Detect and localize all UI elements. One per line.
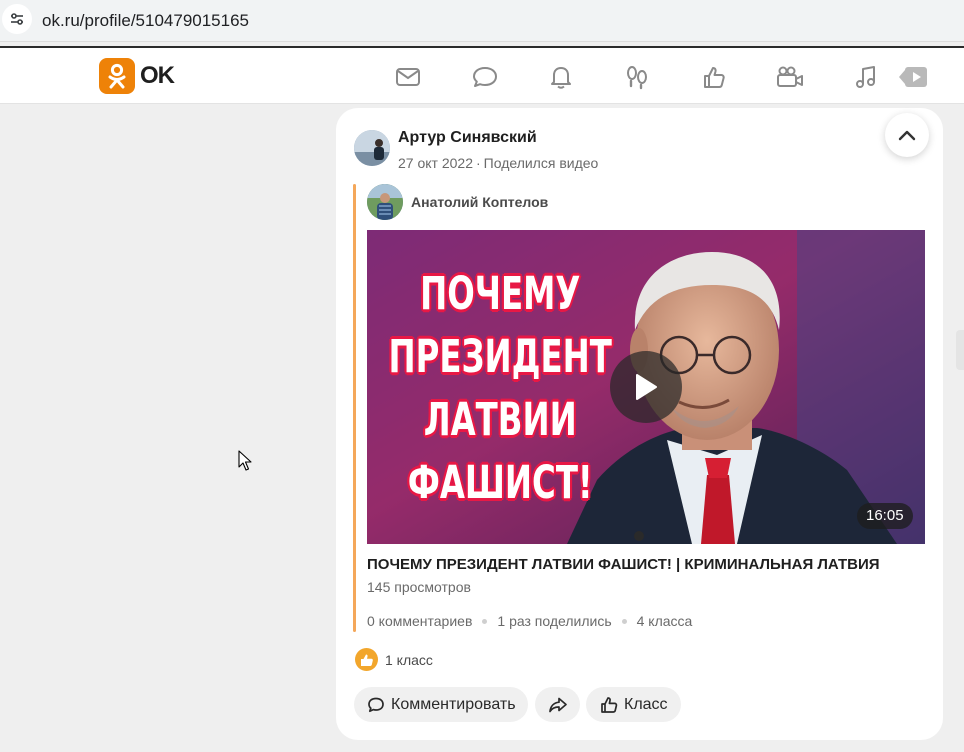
post-meta: 27 окт 2022 · Поделился видео <box>398 155 598 171</box>
video-thumbnail[interactable]: ПОЧЕМУ ПРЕЗИДЕНТ ЛАТВИИ ФАШИСТ! 16:05 <box>367 230 925 544</box>
mouse-cursor-icon <box>238 450 252 477</box>
classes-count[interactable]: 4 класса <box>637 613 693 629</box>
video-title[interactable]: ПОЧЕМУ ПРЕЗИДЕНТ ЛАТВИИ ФАШИСТ! | КРИМИН… <box>367 556 880 573</box>
play-button[interactable] <box>610 351 682 423</box>
share-icon <box>548 697 567 712</box>
video-player-icon[interactable] <box>897 62 929 92</box>
video-views: 145 просмотров <box>367 579 471 595</box>
comment-icon <box>368 697 384 712</box>
guests-icon[interactable] <box>622 62 652 92</box>
like-button[interactable]: Класс <box>586 687 681 722</box>
ok-logo[interactable]: OK <box>99 58 175 94</box>
post-likes[interactable]: 1 класс <box>355 648 433 671</box>
top-navigation: OK <box>0 48 964 104</box>
comment-button-label: Комментировать <box>391 695 516 713</box>
meta-separator: · <box>475 155 481 171</box>
play-icon <box>636 374 657 400</box>
logo-text: OK <box>140 62 175 89</box>
site-settings-icon[interactable] <box>2 4 32 34</box>
post-action: Поделился видео <box>483 155 599 171</box>
feed-post-card: Артур Синявский 27 окт 2022 · Поделился ви… <box>336 108 943 740</box>
post-date: 27 окт 2022 <box>398 155 473 171</box>
browser-address-bar: ok.ru/profile/510479015165 <box>0 0 964 42</box>
messages-icon[interactable] <box>393 62 423 92</box>
comments-count[interactable]: 0 комментариев <box>367 613 472 629</box>
thumbnail-line: ФАШИСТ! <box>407 456 593 509</box>
thumbnail-line: ПРЕЗИДЕНТ <box>388 330 612 383</box>
marks-icon[interactable] <box>699 62 729 92</box>
video-icon[interactable] <box>775 62 805 92</box>
original-author-name[interactable]: Анатолий Коптелов <box>411 194 548 210</box>
stats-separator <box>482 618 488 624</box>
discussions-icon[interactable] <box>470 62 500 92</box>
chevron-up-icon <box>898 130 916 141</box>
thumbnail-line: ПОЧЕМУ <box>420 267 581 320</box>
ok-logo-icon <box>99 58 135 94</box>
likes-text: 1 класс <box>385 651 433 668</box>
author-avatar[interactable] <box>354 130 390 166</box>
thumbnail-line: ЛАТВИИ <box>423 393 577 446</box>
url-field[interactable]: ok.ru/profile/510479015165 <box>42 11 249 31</box>
comment-button[interactable]: Комментировать <box>354 687 528 722</box>
video-duration: 16:05 <box>857 503 913 529</box>
thumbs-up-icon <box>355 648 378 671</box>
notifications-icon[interactable] <box>546 62 576 92</box>
thumbs-up-outline-icon <box>601 696 618 713</box>
video-thumbnail-title: ПОЧЕМУ ПРЕЗИДЕНТ ЛАТВИИ ФАШИСТ! <box>385 262 615 514</box>
shares-count[interactable]: 1 раз поделились <box>497 613 611 629</box>
author-name[interactable]: Артур Синявский <box>398 129 537 147</box>
shared-content-line <box>353 184 356 632</box>
stats-separator <box>621 618 627 624</box>
like-button-label: Класс <box>624 695 668 713</box>
collapse-button[interactable] <box>885 113 929 157</box>
music-icon[interactable] <box>851 62 881 92</box>
video-stats: 0 комментариев 1 раз поделились 4 класса <box>367 613 692 629</box>
original-author-avatar[interactable] <box>367 184 403 220</box>
share-button[interactable] <box>535 687 580 722</box>
scroll-edge <box>956 330 964 370</box>
